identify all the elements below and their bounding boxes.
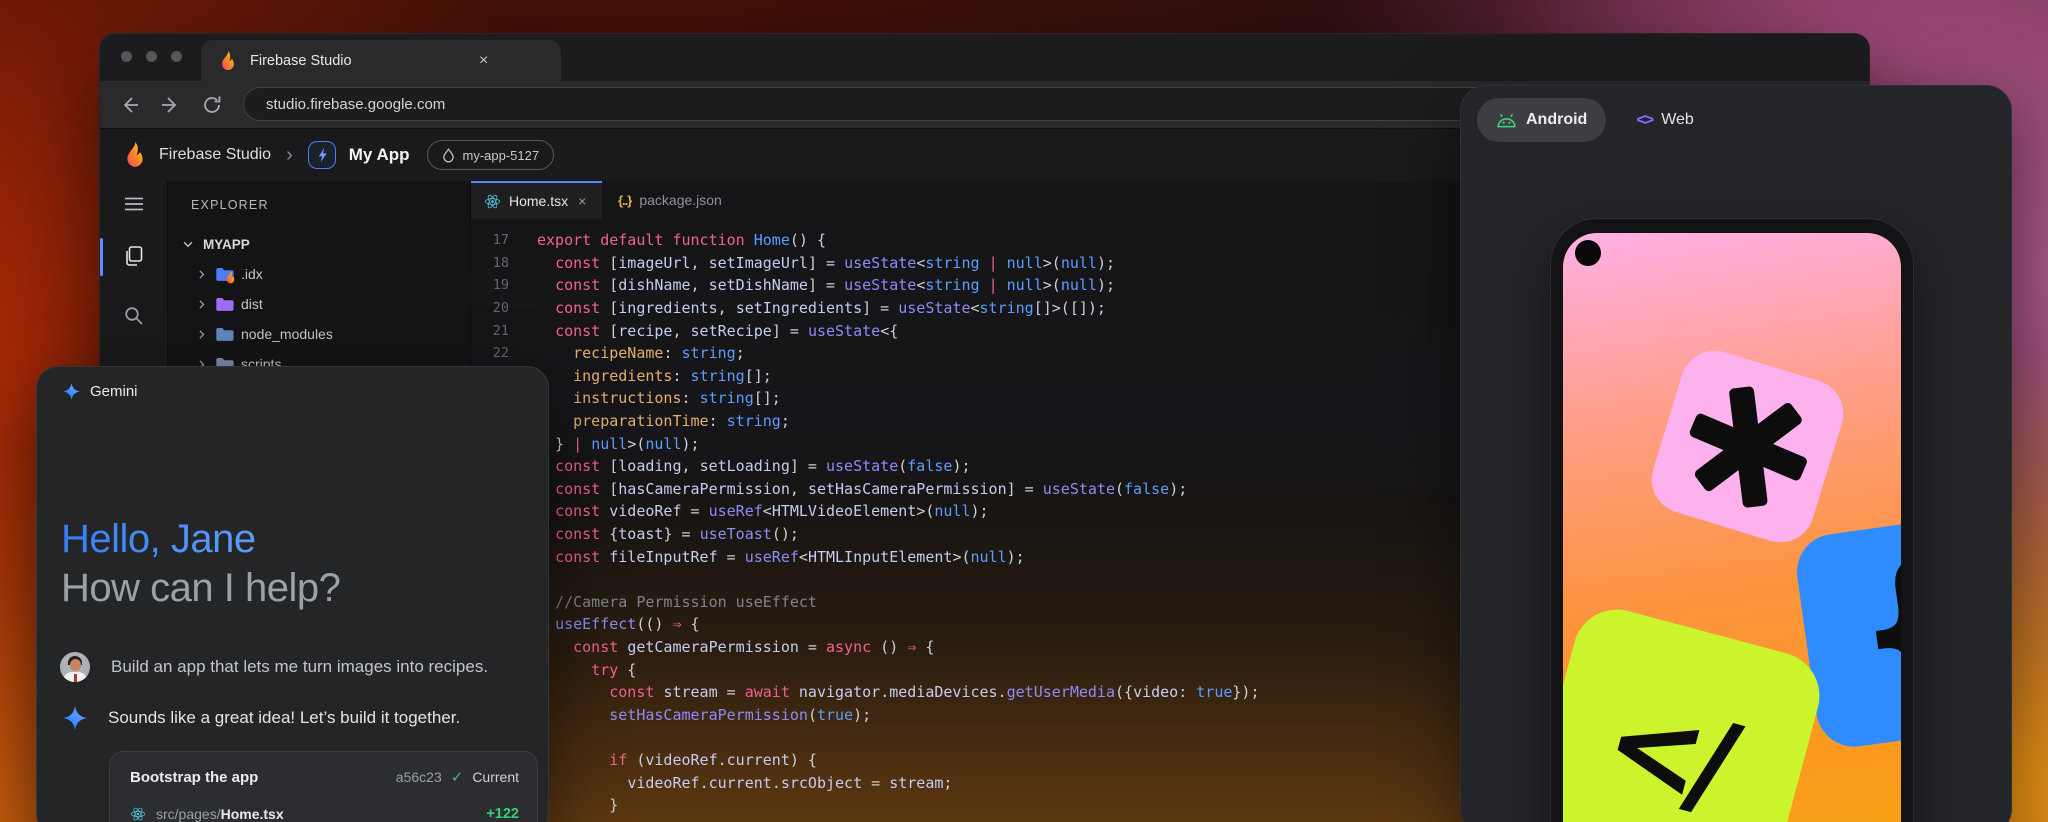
search-icon[interactable]	[122, 304, 146, 328]
sticker-code-tag: </	[1563, 600, 1829, 822]
window-control-dot[interactable]	[121, 51, 132, 62]
browser-tab[interactable]: Firebase Studio ×	[201, 40, 561, 81]
user-message-text: Build an app that lets me turn images in…	[111, 657, 488, 677]
chevron-down-icon	[181, 237, 195, 251]
folder-icon	[215, 296, 234, 312]
changed-file-row[interactable]: src/pages/Home.tsx +122	[130, 806, 519, 822]
folder-icon	[215, 266, 234, 282]
react-icon	[130, 806, 146, 822]
chevron-right-icon	[195, 268, 208, 281]
gemini-header: Gemini	[63, 383, 138, 400]
back-icon[interactable]	[119, 94, 141, 116]
droplet-icon	[442, 148, 455, 163]
file-tree: MYAPP .idxdistnode_modulesscripts	[168, 229, 470, 379]
tab-web[interactable]: <> Web	[1636, 110, 1693, 130]
line-number: 17	[471, 232, 509, 248]
line-number: 18	[471, 255, 509, 271]
app-spark-icon	[308, 141, 336, 169]
window-control-dot[interactable]	[146, 51, 157, 62]
bootstrap-card[interactable]: Bootstrap the app a56c23 ✓ Current src/p…	[109, 751, 538, 822]
user-avatar	[60, 652, 90, 682]
page-background: Firebase Studio × studio.firebase.google…	[0, 0, 2048, 822]
tree-item-label: dist	[241, 296, 263, 312]
file-name: Home.tsx	[221, 806, 284, 822]
firebase-flame-logo	[124, 142, 146, 168]
tab-close-icon[interactable]: ×	[479, 52, 488, 70]
app-name[interactable]: My App	[349, 145, 410, 165]
editor-tab-bar: Home.tsx × {..} package.json	[471, 181, 738, 219]
line-number: 22	[471, 345, 509, 361]
gemini-title: Gemini	[90, 383, 138, 400]
editor-tab-label: package.json	[639, 192, 722, 208]
device-preview-panel: Android <> Web { </	[1460, 85, 2012, 822]
tab-android-label: Android	[1526, 111, 1587, 129]
product-name[interactable]: Firebase Studio	[159, 146, 271, 164]
additions-count: +122	[486, 806, 519, 822]
user-message: Build an app that lets me turn images in…	[60, 652, 532, 682]
status-badge: Current	[472, 769, 519, 785]
tab-web-label: Web	[1661, 111, 1694, 129]
browser-tab-title: Firebase Studio	[250, 53, 352, 69]
tree-root-label: MYAPP	[203, 237, 250, 252]
tab-android[interactable]: Android	[1477, 98, 1606, 142]
breadcrumb-separator: ›	[286, 144, 293, 167]
code-tag-glyph: </	[1591, 669, 1741, 822]
android-icon	[1496, 113, 1517, 128]
tab-close-icon[interactable]: ×	[578, 193, 586, 209]
editor-tab-label: Home.tsx	[509, 193, 568, 209]
camera-punch-hole	[1575, 240, 1601, 266]
line-number: 20	[471, 300, 509, 316]
check-icon: ✓	[451, 768, 464, 786]
chevron-right-icon	[195, 298, 208, 311]
gemini-star-icon	[63, 706, 87, 730]
chevron-right-icon	[195, 328, 208, 341]
explorer-files-icon[interactable]	[122, 244, 146, 268]
line-number: 21	[471, 323, 509, 339]
firebase-flame-icon	[219, 51, 237, 71]
phone-screen: { </	[1563, 233, 1901, 822]
folder-icon	[215, 326, 234, 342]
sticker-asterisk	[1643, 342, 1852, 551]
react-icon	[484, 193, 501, 210]
explorer-title: EXPLORER	[191, 198, 269, 212]
reload-icon[interactable]	[201, 94, 223, 116]
window-control-dot[interactable]	[171, 51, 182, 62]
menu-icon[interactable]	[122, 192, 146, 216]
tree-item-label: node_modules	[241, 326, 333, 342]
address-bar-url: studio.firebase.google.com	[266, 96, 445, 113]
asterisk-glyph	[1678, 377, 1816, 515]
project-id-badge[interactable]: my-app-5127	[427, 140, 555, 170]
project-id-label: my-app-5127	[463, 148, 540, 163]
tree-item-dist[interactable]: dist	[168, 289, 470, 319]
file-path-prefix: src/pages/	[156, 806, 221, 822]
gemini-panel: Gemini Hello, Jane How can I help? Build…	[36, 366, 549, 822]
phone-mockup: { </	[1551, 219, 1913, 822]
card-title: Bootstrap the app	[130, 769, 258, 786]
tree-item-label: .idx	[241, 266, 263, 282]
gemini-greeting: Hello, Jane How can I help?	[61, 515, 340, 613]
greeting-line-2: How can I help?	[61, 564, 340, 613]
commit-hash: a56c23	[396, 769, 442, 785]
line-number: 19	[471, 277, 509, 293]
assistant-message: Sounds like a great idea! Let’s build it…	[60, 706, 532, 730]
tree-root-myapp[interactable]: MYAPP	[168, 229, 470, 259]
browser-tab-strip: Firebase Studio ×	[100, 34, 1869, 81]
gemini-star-icon	[63, 383, 80, 400]
brace-glyph: {	[1843, 535, 1901, 718]
greeting-line-1: Hello, Jane	[61, 515, 340, 564]
json-braces-icon: {..}	[618, 193, 631, 208]
editor-tab-package-json[interactable]: {..} package.json	[602, 181, 738, 219]
forward-icon[interactable]	[159, 94, 181, 116]
platform-toggle: Android <> Web	[1477, 98, 1694, 142]
editor-tab-home-tsx[interactable]: Home.tsx ×	[471, 181, 602, 219]
code-brackets-icon: <>	[1636, 110, 1652, 130]
assistant-message-text: Sounds like a great idea! Let’s build it…	[108, 708, 460, 728]
tree-item-node_modules[interactable]: node_modules	[168, 319, 470, 349]
tree-item-idx[interactable]: .idx	[168, 259, 470, 289]
active-view-indicator	[100, 238, 103, 276]
